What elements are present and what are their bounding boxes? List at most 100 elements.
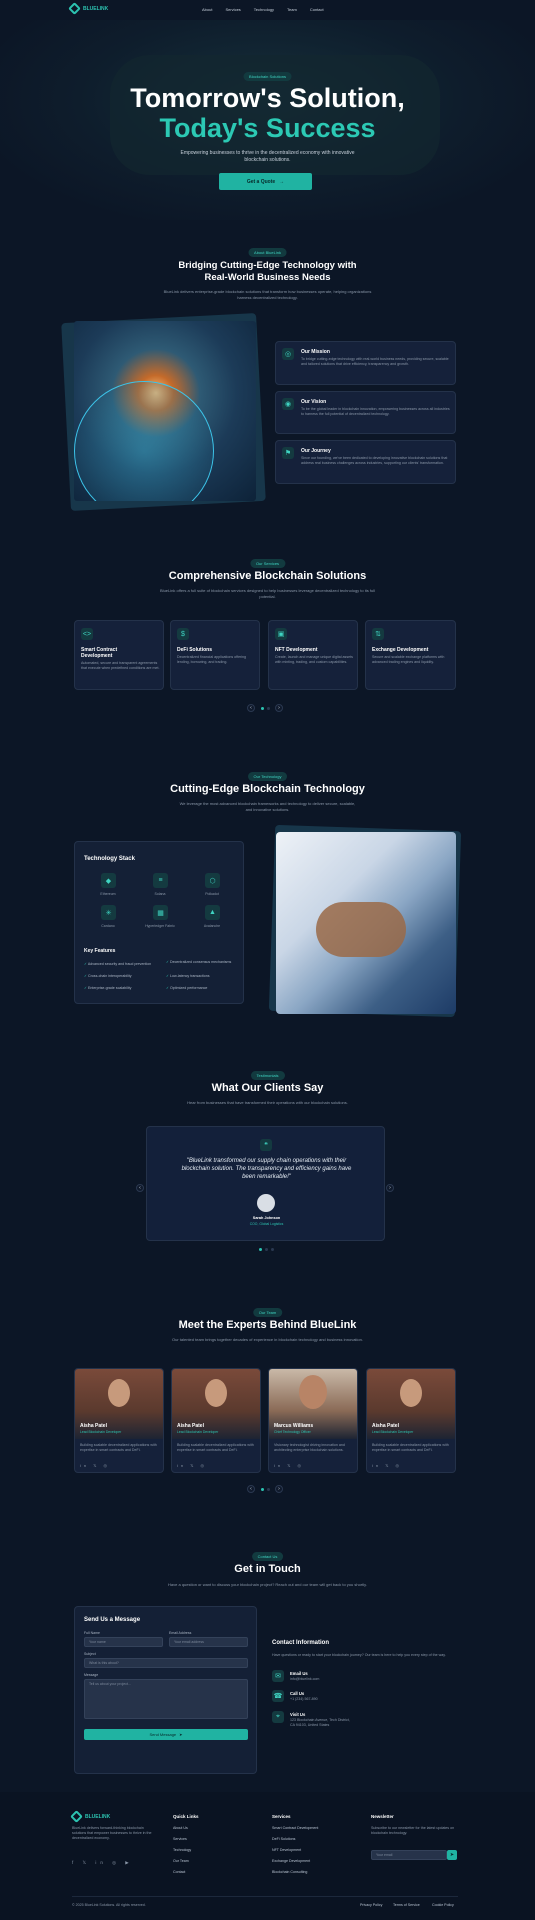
footer-link[interactable]: Blockchain Consulting: [272, 1870, 307, 1875]
service-text: Create, launch and manage unique digital…: [275, 655, 353, 664]
tech-label: Solana: [154, 892, 166, 896]
service-card[interactable]: $ DeFi Solutions Decentralized financial…: [170, 620, 260, 690]
footer-link[interactable]: DeFi Solutions: [272, 1837, 295, 1842]
tech-label: Ethereum: [100, 892, 116, 896]
avalanche-icon[interactable]: ▲: [205, 905, 220, 920]
arrow-right-icon: →: [279, 178, 285, 185]
send-message-button[interactable]: Send Message ➤: [84, 1729, 248, 1740]
footer-logo[interactable]: BLUELINK: [70, 1810, 111, 1823]
footer-link[interactable]: Services: [173, 1837, 187, 1842]
full-name-label: Full Name: [84, 1631, 100, 1635]
subject-input[interactable]: What is this about?: [84, 1658, 248, 1668]
team-prev-button[interactable]: ‹: [247, 1485, 255, 1493]
about-text: BlueLink delivers enterprise-grade block…: [163, 289, 372, 300]
services-text: BlueLink offers a full suite of blockcha…: [160, 588, 375, 599]
brand-logo[interactable]: BLUELINK: [68, 2, 109, 15]
member-role: Lead Blockchain Developer: [177, 1430, 219, 1434]
copyright: © 2025 BlueLink Solutions. All rights re…: [72, 1903, 146, 1907]
nav-item-about[interactable]: About: [202, 7, 212, 12]
cookie-link[interactable]: Cookie Policy: [432, 1903, 454, 1908]
carousel-indicator: [259, 1248, 262, 1251]
team-next-button[interactable]: ›: [275, 1485, 283, 1493]
team-card[interactable]: Aisha Patel Lead Blockchain Developer Bu…: [366, 1368, 456, 1473]
get-quote-button[interactable]: Get a Quote →: [219, 173, 312, 190]
carousel-indicator: [261, 707, 264, 710]
social-icons[interactable]: in 𝕏 ◎: [80, 1463, 110, 1468]
services-next-button[interactable]: ›: [275, 704, 283, 712]
testimonials-text: Hear from businesses that have transform…: [187, 1100, 348, 1105]
footer-social-icons[interactable]: f 𝕏 in ◎ ▶: [72, 1860, 133, 1866]
email-input[interactable]: Your email address: [169, 1637, 248, 1647]
terms-link[interactable]: Terms of Service: [393, 1903, 420, 1908]
about-title-line2: Real-World Business Needs: [204, 272, 331, 283]
email-us-label: Email Us: [290, 1671, 308, 1676]
feature-item: ✓ Low-latency transactions: [166, 974, 210, 978]
team-card[interactable]: Marcus Williams Chief Technology Officer…: [268, 1368, 358, 1473]
logo-icon: [68, 2, 81, 15]
privacy-link[interactable]: Privacy Policy: [360, 1903, 382, 1908]
carousel-indicator: [261, 1488, 264, 1491]
social-icons[interactable]: in 𝕏 ◎: [372, 1463, 402, 1468]
member-head: [400, 1379, 422, 1407]
globe-hands-image: [74, 321, 256, 501]
quote-line1: "BlueLink transformed our supply chain o…: [186, 1158, 347, 1164]
footer-link[interactable]: Technology: [173, 1848, 191, 1853]
nav-item-team[interactable]: Team: [287, 7, 297, 12]
mail-icon: ✉: [272, 1670, 284, 1682]
service-card[interactable]: ⇅ Exchange Development Secure and scalab…: [365, 620, 456, 690]
nav-item-services[interactable]: Services: [225, 7, 240, 12]
service-card[interactable]: <> Smart Contract Development Automated, …: [74, 620, 164, 690]
email-label: Email Address: [169, 1631, 192, 1635]
full-name-input[interactable]: Your name: [84, 1637, 163, 1647]
services-prev-button[interactable]: ‹: [247, 704, 255, 712]
social-icons[interactable]: in 𝕏 ◎: [274, 1463, 304, 1468]
polkadot-icon[interactable]: ⬡: [205, 873, 220, 888]
team-card[interactable]: Aisha Patel Lead Blockchain Developer Bu…: [171, 1368, 261, 1473]
journey-card: ⚑ Our Journey Since our founding, we've …: [275, 440, 456, 484]
footer-link[interactable]: Exchange Development: [272, 1859, 310, 1864]
send-message-label: Send Message: [149, 1732, 177, 1737]
message-label: Message: [84, 1673, 99, 1677]
team-card[interactable]: Aisha Patel Lead Blockchain Developer Bu…: [74, 1368, 164, 1473]
feature-item: ✓ Decentralized consensus mechanisms: [166, 960, 232, 964]
brand-name: BLUELINK: [83, 5, 109, 12]
service-card[interactable]: ▣ NFT Development Create, launch and man…: [268, 620, 358, 690]
footer-link[interactable]: Contact: [173, 1870, 185, 1875]
navbar: BLUELINK About Services Technology Team …: [0, 0, 535, 20]
nav-item-technology[interactable]: Technology: [254, 7, 274, 12]
hyperledger-icon[interactable]: ▦: [153, 905, 168, 920]
email-us-value[interactable]: info@bluelink.com: [290, 1677, 319, 1682]
logo-icon: [70, 1810, 83, 1823]
solana-icon[interactable]: ≡: [153, 873, 168, 888]
footer-link[interactable]: About Us: [173, 1826, 188, 1831]
cardano-icon[interactable]: ✳: [101, 905, 116, 920]
nav-item-contact[interactable]: Contact: [310, 7, 324, 12]
carousel-indicator: [267, 1488, 270, 1491]
hero-text-line1: Empowering businesses to thrive in the d…: [180, 150, 355, 156]
services-links-title: Services: [272, 1814, 291, 1819]
message-textarea[interactable]: Tell us about your project...: [84, 1679, 248, 1719]
call-us-value[interactable]: +1 (234) 567-890: [290, 1697, 318, 1702]
newsletter-email-input[interactable]: Your email: [371, 1850, 447, 1860]
journey-text: Since our founding, we've been dedicated…: [301, 456, 448, 465]
tech-text-line2: and innovative solutions.: [245, 807, 290, 812]
testimonial-next-button[interactable]: ›: [386, 1184, 394, 1192]
member-role: Chief Technology Officer: [274, 1430, 311, 1434]
flag-icon: ⚑: [282, 447, 294, 459]
form-title: Send Us a Message: [84, 1617, 141, 1623]
footer-link[interactable]: Our Team: [173, 1859, 189, 1864]
social-icons[interactable]: in 𝕏 ◎: [177, 1463, 207, 1468]
footer-brand-name: BLUELINK: [85, 1813, 111, 1820]
exchange-icon: ⇅: [372, 628, 384, 640]
tech-label: Polkadot: [205, 892, 219, 896]
service-title: Smart Contract Development: [81, 647, 118, 659]
testimonial-prev-button[interactable]: ‹: [136, 1184, 144, 1192]
footer-link[interactable]: Smart Contract Development: [272, 1826, 318, 1831]
ethereum-icon[interactable]: ◆: [101, 873, 116, 888]
member-bio: Building scalable decentralized applicat…: [80, 1443, 157, 1452]
member-name: Marcus Williams: [274, 1423, 314, 1429]
testimonials-title: What Our Clients Say: [211, 1082, 324, 1094]
vision-card: ◉ Our Vision To be the global leader in …: [275, 391, 456, 434]
footer-link[interactable]: NFT Development: [272, 1848, 301, 1853]
newsletter-submit-button[interactable]: ➤: [447, 1850, 457, 1860]
